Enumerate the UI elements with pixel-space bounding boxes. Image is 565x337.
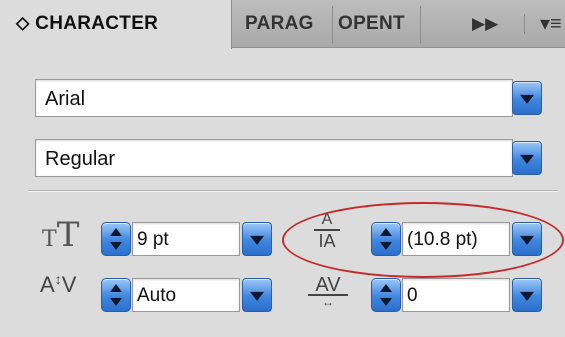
- chevron-up-icon: [110, 284, 122, 292]
- chevron-down-icon: [250, 291, 264, 301]
- font-size-stepper[interactable]: [101, 222, 131, 256]
- chevron-down-icon: [110, 298, 122, 306]
- tab-paragraph[interactable]: PARAG: [245, 0, 327, 48]
- kerning-value: Auto: [137, 285, 177, 306]
- chevron-up-icon: [380, 284, 392, 292]
- font-family-value: Arial: [45, 88, 86, 110]
- chevron-down-icon: [520, 154, 534, 164]
- tracking-dropdown-button[interactable]: [512, 278, 542, 312]
- chevron-down-icon: [520, 291, 534, 301]
- font-size-value: 9 pt: [137, 229, 169, 250]
- chevron-down-icon: [250, 235, 264, 245]
- font-style-value: Regular: [45, 148, 116, 170]
- font-style-field[interactable]: Regular: [35, 139, 513, 177]
- tab-separator: [332, 6, 333, 44]
- panel-tab-bar: ⬦ CHARACTER PARAG OPENT ▶▶ ▾≡: [0, 0, 565, 49]
- annotation-ellipse: [282, 202, 564, 278]
- tracking-icon: AV ↔: [308, 275, 348, 308]
- kerning-icon: A↕V: [40, 271, 77, 297]
- tab-separator: [420, 6, 421, 44]
- tab-character[interactable]: ⬦ CHARACTER: [0, 0, 232, 49]
- kerning-stepper[interactable]: [101, 278, 131, 312]
- chevron-down-icon: [380, 298, 392, 306]
- font-size-dropdown-button[interactable]: [242, 222, 272, 256]
- panel-menu-icon[interactable]: ▾≡: [540, 0, 562, 48]
- font-family-field[interactable]: Arial: [35, 79, 513, 117]
- font-size-input[interactable]: 9 pt: [132, 222, 240, 256]
- tracking-stepper[interactable]: [371, 278, 401, 312]
- font-style-dropdown-button[interactable]: [512, 141, 542, 175]
- kerning-dropdown-button[interactable]: [242, 278, 272, 312]
- section-divider-highlight: [28, 191, 558, 192]
- kerning-input[interactable]: Auto: [132, 278, 240, 312]
- font-size-icon: TT: [42, 215, 80, 255]
- chevron-down-icon: [110, 242, 122, 250]
- font-family-dropdown-button[interactable]: [512, 81, 542, 115]
- chevron-down-icon: [520, 94, 534, 104]
- tracking-value: 0: [407, 285, 418, 306]
- double-chevron-right-icon[interactable]: ▶▶: [472, 0, 498, 48]
- tracking-input[interactable]: 0: [402, 278, 510, 312]
- tab-separator: [524, 14, 525, 34]
- chevron-up-icon: [110, 228, 122, 236]
- tab-opentype[interactable]: OPENT: [338, 0, 416, 48]
